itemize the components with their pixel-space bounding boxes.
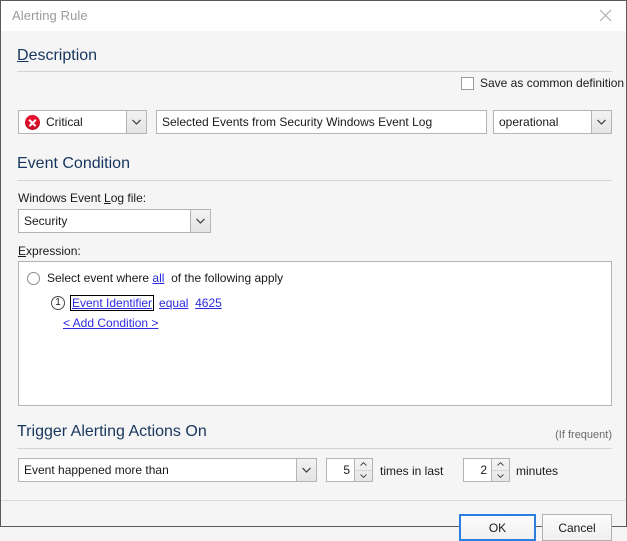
expression-editor[interactable]: Select event where all of the following … bbox=[18, 261, 612, 406]
event-condition-section-header: Event Condition bbox=[17, 154, 612, 173]
chevron-down-icon[interactable] bbox=[296, 459, 316, 481]
minutes-spin-buttons[interactable] bbox=[491, 459, 509, 481]
window-title: Alerting Rule bbox=[12, 8, 88, 23]
trigger-section-note: (If frequent) bbox=[555, 429, 612, 441]
trigger-section-rule bbox=[17, 448, 612, 449]
expression-select-prefix: Select event where bbox=[47, 271, 150, 285]
event-count-value[interactable]: 5 bbox=[327, 459, 354, 481]
footer-divider bbox=[1, 500, 626, 501]
event-count-spin-buttons[interactable] bbox=[354, 459, 372, 481]
condition-field-link[interactable]: Event Identifier bbox=[72, 296, 152, 310]
condition-number: 1 bbox=[51, 296, 65, 310]
category-value: operational bbox=[499, 115, 559, 129]
rule-name-input[interactable]: Selected Events from Security Windows Ev… bbox=[156, 110, 487, 134]
condition-row: 1 Event Identifier equal 4625 bbox=[51, 295, 222, 311]
description-section-title: Description bbox=[17, 47, 98, 64]
condition-field-selection-box[interactable]: Event Identifier bbox=[70, 295, 155, 311]
add-condition-link[interactable]: < Add Condition > bbox=[63, 316, 158, 330]
minutes-stepper[interactable]: 2 bbox=[463, 458, 510, 482]
minutes-value[interactable]: 2 bbox=[464, 459, 491, 481]
trigger-section-header: Trigger Alerting Actions On (If frequent… bbox=[17, 422, 612, 441]
log-label-part1: Windows Event bbox=[18, 191, 105, 205]
expression-label-accel: E bbox=[18, 244, 27, 258]
description-section-rule bbox=[17, 71, 612, 72]
windows-event-log-file-dropdown[interactable]: Security bbox=[18, 209, 211, 233]
trigger-condition-dropdown[interactable]: Event happened more than bbox=[18, 458, 317, 482]
condition-operator-link[interactable]: equal bbox=[159, 296, 188, 310]
close-icon[interactable] bbox=[584, 2, 626, 30]
alerting-rule-dialog: Alerting Rule Description Save as common… bbox=[0, 0, 627, 541]
event-condition-section-rule bbox=[17, 180, 612, 181]
dialog-body: Description Save as common definition Cr… bbox=[1, 31, 626, 541]
rule-name-value: Selected Events from Security Windows Ev… bbox=[162, 115, 433, 129]
category-dropdown[interactable]: operational bbox=[493, 110, 612, 134]
save-as-common-definition-label: Save as common definition bbox=[480, 76, 625, 90]
chevron-down-icon[interactable] bbox=[591, 111, 611, 133]
critical-error-icon bbox=[25, 114, 40, 130]
condition-value-link[interactable]: 4625 bbox=[195, 296, 222, 310]
expression-select-suffix: of the following apply bbox=[171, 271, 284, 285]
log-label-accel: L bbox=[104, 191, 111, 205]
times-in-last-label: times in last bbox=[380, 464, 444, 478]
description-section-header: Description bbox=[17, 46, 612, 65]
windows-event-log-file-label: Windows Event Log file: bbox=[18, 191, 146, 205]
trigger-section-title: Trigger Alerting Actions On bbox=[17, 423, 207, 440]
spin-up-icon[interactable] bbox=[355, 459, 372, 471]
chevron-down-icon[interactable] bbox=[126, 111, 146, 133]
quantifier-link[interactable]: all bbox=[152, 271, 164, 285]
title-bar: Alerting Rule bbox=[1, 1, 626, 31]
chevron-down-icon[interactable] bbox=[190, 210, 210, 232]
cancel-button[interactable]: Cancel bbox=[542, 514, 612, 541]
add-condition-row: < Add Condition > bbox=[63, 316, 158, 330]
event-count-stepper[interactable]: 5 bbox=[326, 458, 373, 482]
expression-label: Expression: bbox=[18, 244, 81, 258]
expression-select-row: Select event where all of the following … bbox=[27, 271, 283, 285]
spin-up-icon[interactable] bbox=[492, 459, 509, 471]
select-event-radio[interactable] bbox=[27, 271, 40, 285]
expression-label-rest: xpression: bbox=[26, 244, 81, 258]
windows-event-log-file-value: Security bbox=[24, 214, 68, 228]
minutes-unit-label: minutes bbox=[516, 464, 559, 478]
spin-down-icon[interactable] bbox=[492, 471, 509, 482]
spin-down-icon[interactable] bbox=[355, 471, 372, 482]
save-as-common-definition-row[interactable]: Save as common definition bbox=[461, 76, 624, 90]
log-label-part2: og file: bbox=[110, 191, 147, 205]
trigger-condition-value: Event happened more than bbox=[24, 463, 169, 477]
severity-value: Critical bbox=[46, 115, 83, 129]
event-condition-section-title: Event Condition bbox=[17, 155, 130, 172]
severity-dropdown[interactable]: Critical bbox=[18, 110, 147, 134]
ok-button[interactable]: OK bbox=[459, 514, 536, 541]
save-as-common-definition-checkbox[interactable] bbox=[461, 76, 474, 90]
